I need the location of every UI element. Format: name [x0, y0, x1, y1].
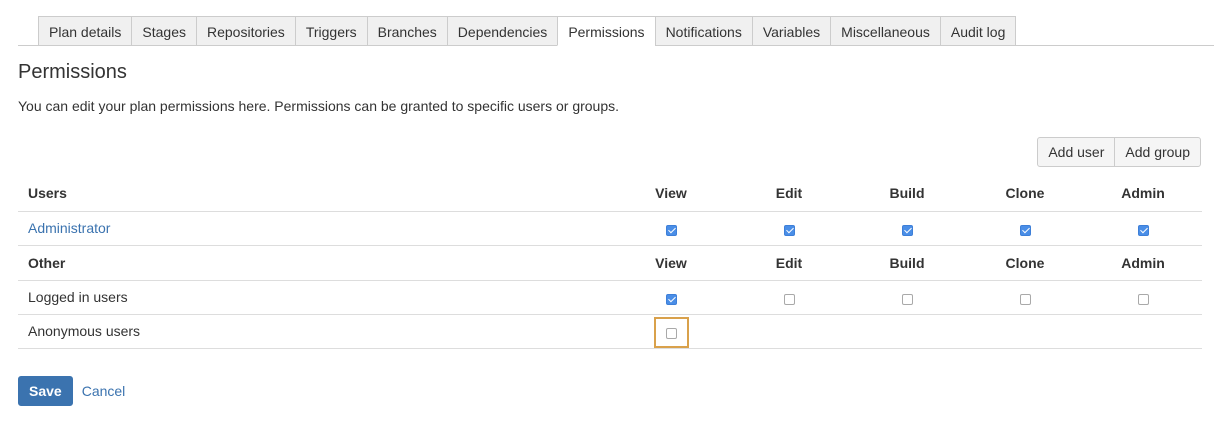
user-link-administrator[interactable]: Administrator	[28, 220, 110, 236]
user-name-cell: Administrator	[18, 211, 612, 246]
save-button[interactable]: Save	[18, 376, 73, 406]
tab-branches[interactable]: Branches	[366, 16, 448, 46]
checkbox-edit[interactable]	[783, 224, 795, 236]
checkbox-clone[interactable]	[1019, 293, 1031, 305]
checkbox-build[interactable]	[901, 293, 913, 305]
column-header-clone: Clone	[966, 245, 1084, 281]
table-row: Logged in users	[18, 280, 1202, 315]
checkbox-clone[interactable]	[1019, 224, 1031, 236]
tab-plan-details[interactable]: Plan details	[38, 16, 133, 46]
form-actions: Save Cancel	[18, 376, 125, 406]
tab-miscellaneous[interactable]: Miscellaneous	[830, 16, 941, 46]
tab-notifications[interactable]: Notifications	[654, 16, 753, 46]
tab-repositories[interactable]: Repositories	[195, 16, 296, 46]
column-header-admin: Admin	[1084, 176, 1202, 212]
column-header-build: Build	[848, 245, 966, 281]
checkbox-view[interactable]	[665, 224, 677, 236]
tab-variables[interactable]: Variables	[751, 16, 832, 46]
group-name-logged-in: Logged in users	[18, 280, 612, 315]
tab-triggers[interactable]: Triggers	[294, 16, 368, 46]
add-group-button[interactable]: Add group	[1114, 137, 1201, 167]
checkbox-view[interactable]	[665, 327, 677, 339]
column-header-admin: Admin	[1084, 245, 1202, 281]
checkbox-admin[interactable]	[1137, 224, 1149, 236]
cancel-link[interactable]: Cancel	[82, 383, 126, 399]
focus-highlight	[653, 316, 689, 348]
column-header-view: View	[612, 176, 730, 212]
tab-permissions[interactable]: Permissions	[557, 16, 656, 46]
tab-stages[interactable]: Stages	[131, 16, 197, 46]
users-header: Users	[18, 176, 612, 212]
table-row: Administrator	[18, 211, 1202, 246]
group-name-anonymous: Anonymous users	[18, 314, 612, 349]
tab-bar: Plan details Stages Repositories Trigger…	[18, 16, 1214, 46]
column-header-edit: Edit	[730, 245, 848, 281]
table-row: Anonymous users	[18, 314, 1202, 349]
add-button-group: Add user Add group	[1037, 137, 1201, 167]
permissions-table: Users View Edit Build Clone Admin Admini…	[18, 176, 1202, 349]
column-header-view: View	[612, 245, 730, 281]
other-header-row: Other View Edit Build Clone Admin	[18, 245, 1202, 281]
checkbox-edit[interactable]	[783, 293, 795, 305]
page-title: Permissions	[18, 61, 127, 83]
checkbox-view[interactable]	[665, 293, 677, 305]
intro-text: You can edit your plan permissions here.…	[18, 98, 620, 114]
checkbox-admin[interactable]	[1137, 293, 1149, 305]
tab-audit-log[interactable]: Audit log	[939, 16, 1017, 46]
tab-list: Plan details Stages Repositories Trigger…	[38, 16, 1017, 46]
column-header-edit: Edit	[730, 176, 848, 212]
column-header-clone: Clone	[966, 176, 1084, 212]
column-header-build: Build	[848, 176, 966, 212]
other-header: Other	[18, 245, 612, 281]
add-user-button[interactable]: Add user	[1037, 137, 1116, 167]
checkbox-build[interactable]	[901, 224, 913, 236]
users-header-row: Users View Edit Build Clone Admin	[18, 176, 1202, 212]
tab-dependencies[interactable]: Dependencies	[446, 16, 559, 46]
